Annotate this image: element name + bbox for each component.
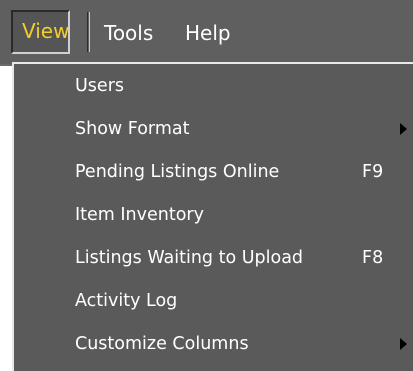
menu-bar-separator [87, 12, 90, 52]
application-window: View Tools Help Users Show Format Pendin… [0, 0, 413, 371]
menu-item-label: Pending Listings Online [75, 162, 280, 182]
view-dropdown-menu: Users Show Format Pending Listings Onlin… [12, 62, 413, 371]
menu-item-item-inventory[interactable]: Item Inventory [14, 197, 413, 233]
menu-bar: View Tools Help [0, 0, 413, 66]
menu-item-label: Listings Waiting to Upload [75, 248, 304, 268]
menu-item-listings-waiting-to-upload[interactable]: Listings Waiting to Upload F8 [14, 240, 413, 276]
submenu-arrow-icon [400, 338, 407, 350]
menu-item-customize-columns[interactable]: Customize Columns [14, 326, 413, 362]
menu-item-activity-log[interactable]: Activity Log [14, 283, 413, 319]
menu-item-shortcut: F9 [362, 162, 384, 182]
menu-item-label: Customize Columns [75, 334, 249, 354]
menu-item-label: Users [75, 76, 125, 96]
menu-item-label: Item Inventory [75, 205, 204, 225]
menu-item-users[interactable]: Users [14, 68, 413, 104]
menu-item-show-format[interactable]: Show Format [14, 111, 413, 147]
menu-item-label: Activity Log [75, 291, 178, 311]
menu-view[interactable]: View [11, 10, 70, 54]
menu-item-label: Show Format [75, 119, 190, 139]
menu-help[interactable]: Help [175, 12, 241, 54]
menu-item-shortcut: F8 [362, 248, 384, 268]
submenu-arrow-icon [400, 123, 407, 135]
menu-item-pending-listings-online[interactable]: Pending Listings Online F9 [14, 154, 413, 190]
menu-tools[interactable]: Tools [94, 12, 163, 54]
